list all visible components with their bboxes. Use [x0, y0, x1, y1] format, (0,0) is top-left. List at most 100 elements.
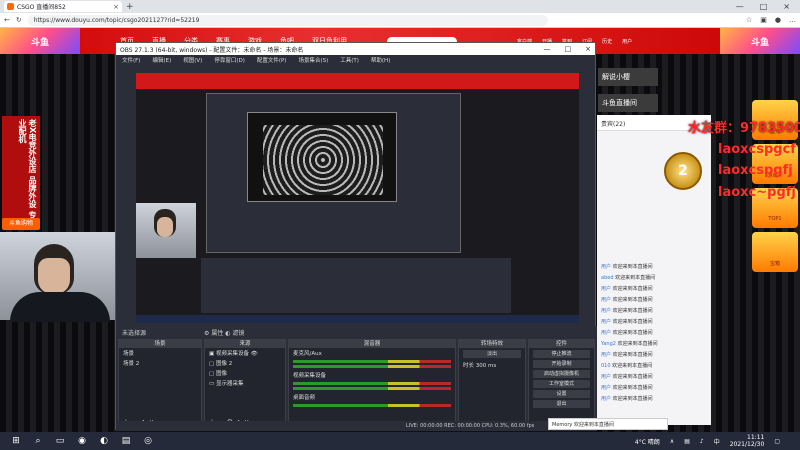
obs-menu-edit[interactable]: 编辑(E) — [152, 56, 171, 64]
shop-promo-text: 老X电竞外设店 品牌外设 专业配机 — [18, 119, 37, 219]
edge-icon[interactable]: ◐ — [98, 435, 110, 447]
overlay-line: laoxcspgfj — [718, 163, 793, 178]
obs-panels: 未选择源 ⚙ 属性 ◐ 滤镜 场景 场景 场景 2 +−∧∨ 来源 ▣ 视频采集… — [116, 326, 597, 431]
obs-icon[interactable]: ◎ — [142, 435, 154, 447]
scene-item[interactable]: 场景 2 — [119, 358, 201, 368]
obs-menu-docks[interactable]: 停靠窗口(D) — [214, 56, 245, 64]
obs-menu-tools[interactable]: 工具(T) — [340, 56, 359, 64]
obs-menu-profile[interactable]: 配置文件(P) — [257, 56, 287, 64]
taskview-icon[interactable]: ▭ — [54, 435, 66, 447]
chat-line: 用户 欢迎来到本直播间 — [601, 374, 653, 380]
address-bar-row: ← ↻ https://www.douyu.com/topic/csgo2021… — [0, 13, 800, 28]
banner-left-text: 斗鱼 — [30, 37, 49, 48]
source-item[interactable]: ▭ 显示器采集 — [205, 378, 285, 388]
obs-titlebar: OBS 27.1.3 (64-bit, windows) - 配置文件：未命名 … — [116, 43, 595, 55]
settings-button[interactable]: 设置 — [533, 390, 590, 398]
obs-maximize-icon[interactable]: □ — [565, 45, 572, 53]
minimize-icon[interactable]: — — [736, 2, 744, 11]
eye-icon[interactable]: 👁 — [251, 351, 258, 357]
transitions-dock-title: 转场特效 — [459, 340, 525, 348]
obs-menu-scene-collection[interactable]: 场景集合(S) — [298, 56, 328, 64]
transition-type-select[interactable]: 淡出 — [463, 350, 521, 358]
weather-text[interactable]: 4°C 晴朗 — [635, 437, 660, 446]
windows-start-icon[interactable]: ⊞ — [10, 435, 22, 447]
ime-indicator[interactable]: 中 — [714, 437, 720, 446]
tab-title: CSGO 直播间852 — [17, 4, 66, 11]
shop-promo-banner[interactable]: 老X电竞外设店 品牌外设 专业配机 — [2, 116, 40, 226]
steam-icon[interactable]: ◉ — [76, 435, 88, 447]
stream-room-box[interactable]: 斗鱼直播间 — [598, 94, 658, 112]
chat-line: abed 欢迎来到本直播间 — [601, 275, 656, 281]
close-tab-icon[interactable]: × — [113, 3, 119, 11]
header-banner-right[interactable]: 斗鱼 — [720, 28, 800, 54]
window-controls: — □ × — [736, 2, 800, 11]
start-virtual-camera-button[interactable]: 启动虚拟摄像机 — [533, 370, 590, 378]
chat-line: 用户 欢迎来到本直播间 — [601, 286, 653, 292]
filters-button[interactable]: 滤镜 — [232, 330, 244, 337]
gear-icon[interactable]: ⚙ — [204, 330, 209, 337]
obs-menu-file[interactable]: 文件(F) — [122, 56, 140, 64]
back-icon[interactable]: ← — [4, 16, 10, 24]
recursive-taskbar — [136, 315, 579, 323]
clock[interactable]: 11:11 2021/12/30 — [730, 434, 765, 448]
more-menu-icon[interactable]: … — [789, 16, 796, 24]
scene-item[interactable]: 场景 — [119, 348, 201, 358]
obs-menu-help[interactable]: 帮助(H) — [371, 56, 390, 64]
close-window-icon[interactable]: × — [783, 2, 790, 11]
fan-group-overlay: 水友群：978350079 — [688, 121, 800, 136]
explorer-icon[interactable]: ▤ — [120, 435, 132, 447]
chat-line: 用户 欢迎来到本直播间 — [601, 319, 653, 325]
gift-item[interactable]: 宝箱 — [752, 232, 798, 272]
stop-streaming-button[interactable]: 停止推流 — [533, 350, 590, 358]
system-tray: 4°C 晴朗 ∧ ▤ ♪ 中 11:11 2021/12/30 ▢ — [635, 434, 800, 448]
url-field[interactable]: https://www.douyu.com/topic/csgo2021127?… — [27, 14, 548, 26]
exit-button[interactable]: 退出 — [533, 400, 590, 408]
obs-close-icon[interactable]: × — [585, 45, 591, 53]
header-banner-left[interactable]: 斗鱼 — [0, 28, 80, 54]
profile-icon[interactable]: ● — [775, 16, 781, 24]
obs-window: OBS 27.1.3 (64-bit, windows) - 配置文件：未命名 … — [115, 42, 597, 431]
source-item[interactable]: ▢ 图像 — [205, 368, 285, 378]
notification-icon[interactable]: ▢ — [774, 438, 780, 445]
studio-mode-button[interactable]: 工作室模式 — [533, 380, 590, 388]
user-btn-history[interactable]: 历史 — [602, 38, 612, 45]
transitions-dock: 转场特效 淡出 时长 300 ms — [458, 339, 526, 429]
tray-arrow-icon[interactable]: ∧ — [670, 438, 674, 445]
start-recording-button[interactable]: 开始录制 — [533, 360, 590, 368]
chat-spacer — [597, 131, 711, 261]
webcam-feed — [0, 232, 120, 322]
audio-mixer-dock: 混音器 麦克风/Aux 视频采集设备 桌面音频 — [288, 339, 456, 429]
sources-dock: 来源 ▣ 视频采集设备 👁 ▢ 图像 2 ▢ 图像 ▭ 显示器采集 +−⚙∧∨ — [204, 339, 286, 429]
sources-dock-title: 来源 — [205, 340, 285, 348]
chat-line: 用户 欢迎来到本直播间 — [601, 264, 653, 270]
recursive-header — [136, 73, 579, 89]
favorites-icon[interactable]: ☆ — [746, 16, 752, 24]
chat-line: 用户 欢迎来到本直播间 — [601, 352, 653, 358]
search-icon[interactable]: ⌕ — [32, 435, 44, 447]
volume-slider[interactable] — [293, 387, 451, 390]
source-item[interactable]: ▣ 视频采集设备 👁 — [205, 348, 285, 358]
refresh-icon[interactable]: ↻ — [16, 16, 22, 24]
obs-preview[interactable] — [136, 73, 579, 323]
commentator-box[interactable]: 解说小樱 — [598, 68, 658, 86]
monitor-icon: ▭ — [209, 381, 216, 387]
volume-slider[interactable] — [293, 365, 451, 368]
volume-icon[interactable]: ♪ — [700, 438, 704, 445]
obs-menu-view[interactable]: 视图(V) — [183, 56, 202, 64]
source-item[interactable]: ▢ 图像 2 — [205, 358, 285, 368]
duration-input[interactable]: 300 ms — [476, 363, 496, 369]
properties-button[interactable]: 属性 — [211, 330, 223, 337]
network-icon[interactable]: ▤ — [684, 438, 690, 445]
filter-icon[interactable]: ◐ — [225, 330, 230, 337]
recursive-tunnel — [263, 125, 383, 195]
mixer-dock-title: 混音器 — [289, 340, 455, 348]
browser-tab[interactable]: CSGO 直播间852 × — [4, 1, 122, 12]
user-btn-avatar[interactable]: 用户 — [622, 38, 632, 45]
new-tab-icon[interactable]: + — [126, 2, 134, 12]
obs-minimize-icon[interactable]: — — [544, 45, 551, 53]
collections-icon[interactable]: ▣ — [760, 16, 767, 24]
rank-medal-icon: 2 — [664, 152, 702, 190]
shop-promo-button[interactable]: 斗鱼购物 — [2, 218, 40, 230]
maximize-icon[interactable]: □ — [760, 2, 768, 11]
chat-line: 用户 欢迎来到本直播间 — [601, 396, 653, 402]
